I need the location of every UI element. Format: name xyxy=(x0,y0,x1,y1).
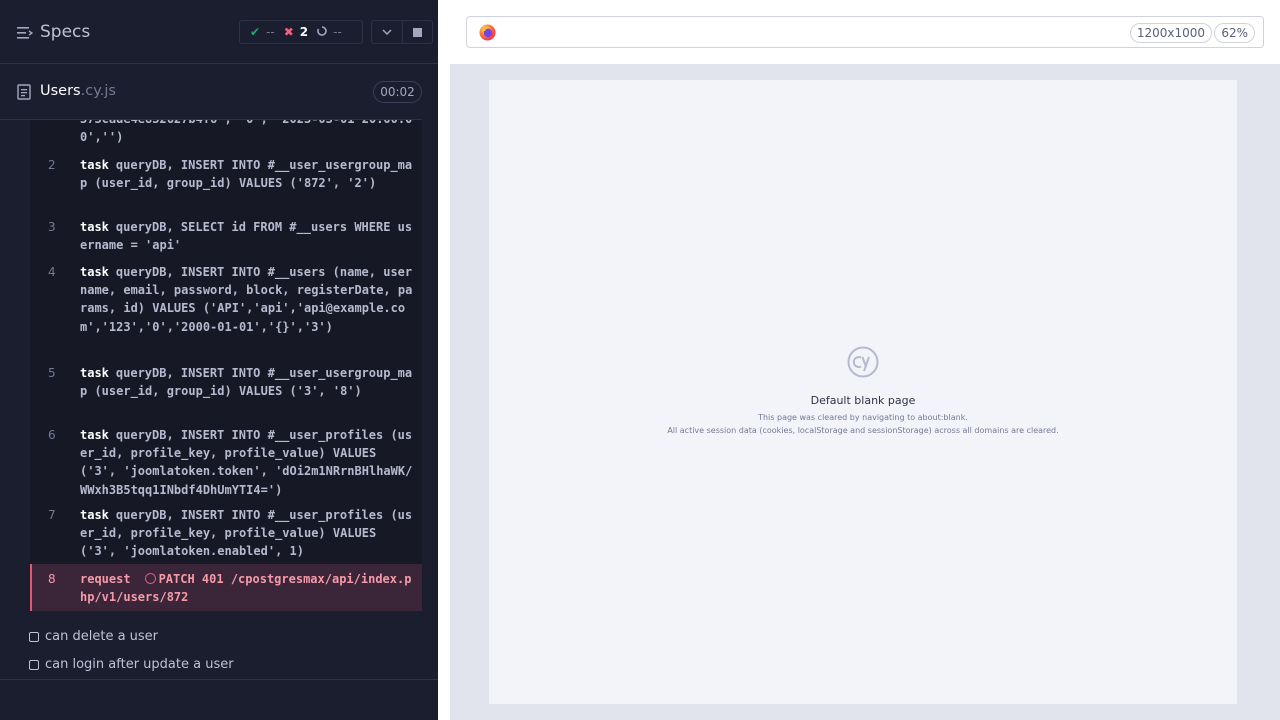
specs-title[interactable]: Specs xyxy=(40,22,90,42)
spec-file-ext: .cy.js xyxy=(80,83,116,99)
log-scrollbar[interactable] xyxy=(422,64,438,680)
test-status-box xyxy=(29,659,39,670)
firefox-icon xyxy=(479,24,496,41)
x-icon: ✖ xyxy=(283,25,294,39)
blank-page-text: This page was cleared by navigating to a… xyxy=(758,413,968,422)
aut-iframe[interactable]: Default blank page This page was cleared… xyxy=(489,80,1237,704)
chevron-down-icon xyxy=(382,29,392,35)
spec-file-name: Users.cy.js xyxy=(40,83,116,99)
url-bar[interactable]: 1200x1000 62% xyxy=(466,16,1264,48)
stop-icon xyxy=(412,27,422,37)
test-item[interactable]: can login after update a user xyxy=(29,657,234,672)
aut-header: 1200x1000 62% xyxy=(450,0,1280,64)
resize-handle[interactable] xyxy=(438,0,450,720)
file-icon xyxy=(17,84,31,100)
test-status-box xyxy=(29,631,39,642)
zoom-badge[interactable]: 62% xyxy=(1214,23,1255,43)
specs-header: Specs ✔ -- ✖ 2 -- xyxy=(0,0,438,64)
stop-button[interactable] xyxy=(401,21,432,43)
pending-count: -- xyxy=(317,25,342,39)
log-row-8-error[interactable]: 8 request PATCH 401 /cpostgresmax/api/ind… xyxy=(30,564,422,611)
specs-menu-icon[interactable] xyxy=(17,26,33,40)
run-controls xyxy=(371,20,433,44)
runner-panel: Specs ✔ -- ✖ 2 -- Users.cy.js 00:02 0','… xyxy=(0,0,438,720)
check-icon: ✔ xyxy=(250,25,261,39)
cypress-logo-icon xyxy=(847,346,879,378)
collapse-button[interactable] xyxy=(372,21,402,43)
passed-count: ✔ -- xyxy=(250,25,275,39)
stats-summary: ✔ -- ✖ 2 -- xyxy=(239,20,363,44)
blank-page-text: All active session data (cookies, localS… xyxy=(667,426,1059,435)
failed-count: ✖ 2 xyxy=(283,25,309,39)
test-item[interactable]: can delete a user xyxy=(29,629,158,644)
viewport-size-badge[interactable]: 1200x1000 xyxy=(1129,23,1212,43)
divider xyxy=(0,679,438,680)
command-log: 373cade4e832627b4f6', '0', '2023-03-01 2… xyxy=(30,120,422,611)
spinner-icon xyxy=(317,25,327,39)
spec-file-header: Users.cy.js 00:02 xyxy=(0,64,438,120)
blank-page-title: Default blank page xyxy=(810,394,916,407)
duration-badge: 00:02 xyxy=(373,81,422,103)
error-ring-icon xyxy=(144,573,156,584)
